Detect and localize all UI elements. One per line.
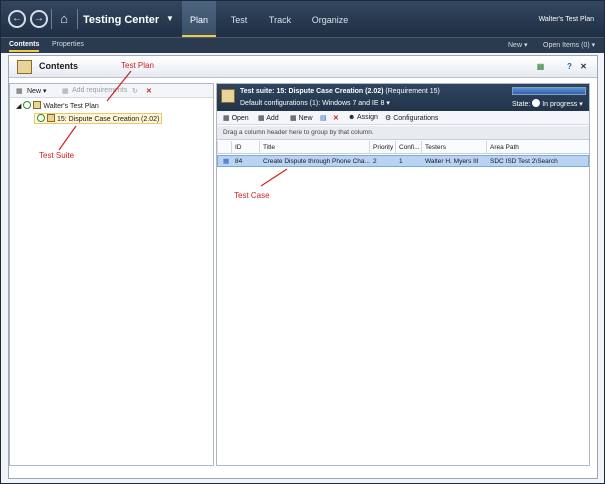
annotation-arrows: [58, 70, 288, 187]
test-case-arrow: [260, 168, 288, 187]
test-plan-arrow: [106, 70, 132, 102]
annotation-test-suite: Test Suite: [39, 151, 75, 160]
annotation-test-plan: Test Plan: [121, 61, 154, 70]
app-window: ← → ⌂ Testing Center ▼ Plan Test Track O…: [0, 0, 605, 484]
annotation-test-case: Test Case: [234, 191, 270, 200]
test-suite-arrow: [58, 125, 77, 151]
